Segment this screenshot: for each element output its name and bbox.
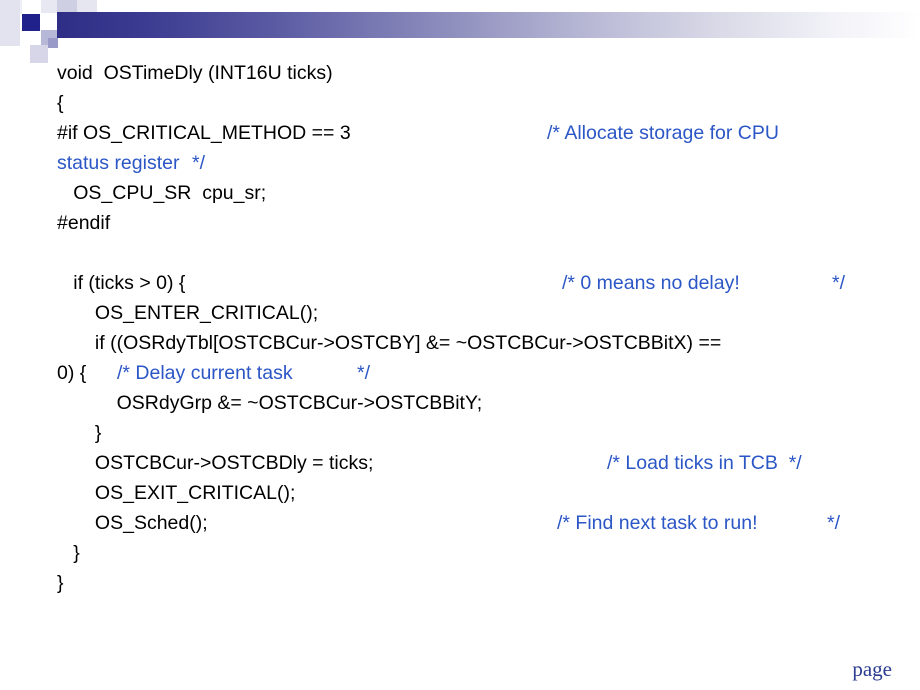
code-line: OS_EXIT_CRITICAL(); <box>57 478 902 508</box>
code-text: 0) { <box>57 362 87 384</box>
slide-header-decoration <box>0 0 920 63</box>
code-line: } <box>57 568 902 598</box>
code-text: OS_CPU_SR cpu_sr; <box>57 182 267 204</box>
code-text: } <box>57 542 80 564</box>
deco-block-below-left <box>30 45 48 63</box>
code-line: 0) { /* Delay current task */ <box>57 358 902 388</box>
code-text: } <box>57 572 64 594</box>
deco-block-small-accent <box>48 38 58 48</box>
code-listing: void OSTimeDly (INT16U ticks) { #if OS_CRI… <box>57 58 902 598</box>
deco-square-navy <box>22 14 40 31</box>
code-line: if (ticks > 0) { /* 0 means no delay! */ <box>57 268 902 298</box>
code-text: if (ticks > 0) { <box>57 272 186 294</box>
code-line: #if OS_CRITICAL_METHOD == 3 /* Allocate s… <box>57 118 902 148</box>
code-comment: /* Delay current task <box>117 362 293 384</box>
code-line: { <box>57 88 902 118</box>
code-text: OS_ENTER_CRITICAL(); <box>57 302 319 324</box>
code-text: OS_EXIT_CRITICAL(); <box>57 482 296 504</box>
page-footer-label: page <box>852 657 892 681</box>
code-comment-close: */ <box>357 362 371 384</box>
deco-block-upper-right-b <box>77 0 97 12</box>
code-text: if ((OSRdyTbl[OSTCBCur->OSTCBY] &= ~OSTC… <box>57 332 722 354</box>
header-gradient-band <box>57 12 920 38</box>
code-line: if ((OSRdyTbl[OSTCBCur->OSTCBY] &= ~OSTC… <box>57 328 902 358</box>
code-comment: /* Find next task to run! <box>557 512 758 534</box>
code-text: OS_Sched(); <box>57 512 208 534</box>
code-line: void OSTimeDly (INT16U ticks) <box>57 58 902 88</box>
code-line: OS_Sched(); /* Find next task to run! */ <box>57 508 902 538</box>
code-text: OSRdyGrp &= ~OSTCBCur->OSTCBBitY; <box>57 392 483 414</box>
code-text: void OSTimeDly (INT16U ticks) <box>57 62 333 84</box>
code-line: OS_ENTER_CRITICAL(); <box>57 298 902 328</box>
code-comment-close: */ <box>192 152 206 174</box>
code-comment-close: */ <box>832 272 846 294</box>
code-comment-close: */ <box>827 512 841 534</box>
code-text: { <box>57 92 64 114</box>
code-comment: /* Allocate storage for CPU <box>547 122 779 144</box>
code-line: } <box>57 538 902 568</box>
code-comment: /* 0 means no delay! <box>562 272 740 294</box>
code-text: OSTCBCur->OSTCBDly = ticks; <box>57 452 374 474</box>
code-comment: status register <box>57 152 180 174</box>
code-line: #endif <box>57 208 902 238</box>
code-line: status register */ <box>57 148 902 178</box>
code-text: } <box>57 422 102 444</box>
code-line: OS_CPU_SR cpu_sr; <box>57 178 902 208</box>
code-comment: /* Load ticks in TCB */ <box>607 452 802 474</box>
code-text: #if OS_CRITICAL_METHOD == 3 <box>57 122 351 144</box>
deco-block-left-column <box>0 0 20 46</box>
deco-block-upper-mid <box>41 0 57 13</box>
deco-block-upper-right-a <box>57 0 77 12</box>
code-text: #endif <box>57 212 111 234</box>
code-line: OSTCBCur->OSTCBDly = ticks; /* Load ticks… <box>57 448 902 478</box>
code-line: OSRdyGrp &= ~OSTCBCur->OSTCBBitY; <box>57 388 902 418</box>
code-line: } <box>57 418 902 448</box>
